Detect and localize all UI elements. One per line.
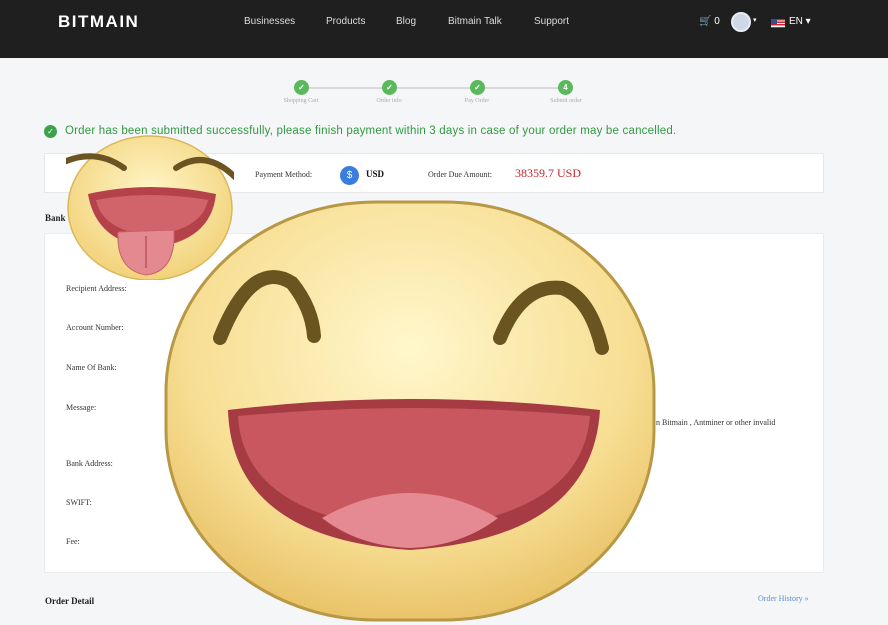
laughing-emoji (164, 200, 656, 622)
step-label: Pay Order (464, 98, 490, 104)
message-note: n Bitmain , Antminer or other invalid (656, 418, 776, 427)
top-nav-bar: BITMAIN Businesses Products Blog Bitmain… (0, 0, 888, 58)
step-label: Order info (376, 98, 402, 104)
step-2-check-icon: ✓ (382, 80, 397, 95)
user-avatar[interactable] (731, 12, 751, 32)
bank-info-heading: Bank (45, 213, 66, 223)
step-1-check-icon: ✓ (294, 80, 309, 95)
step-label: Shopping Cart (283, 98, 319, 104)
account-number-label: Account Number: (66, 323, 124, 332)
cart-button[interactable]: 🛒 0 (699, 16, 720, 27)
dollar-icon: $ (340, 166, 359, 185)
swift-label: SWIFT: (66, 498, 92, 507)
bank-name-label: Name Of Bank: (66, 363, 117, 372)
order-history-link[interactable]: Order History » (758, 594, 809, 603)
order-due-amount: 38359.7 USD (515, 166, 582, 180)
success-check-icon: ✓ (44, 125, 57, 138)
recipient-address-label: Recipient Address: (66, 284, 127, 293)
nav-businesses[interactable]: Businesses (244, 16, 295, 27)
language-selector[interactable]: EN ▾ (789, 16, 811, 27)
payment-currency: USD (366, 169, 385, 179)
bitmain-logo[interactable]: BITMAIN (58, 12, 139, 32)
cart-icon: 🛒 (699, 16, 712, 27)
message-label: Message: (66, 403, 97, 412)
payment-method-label: Payment Method: (255, 170, 313, 179)
step-3-check-icon: ✓ (470, 80, 485, 95)
step-connector (484, 87, 560, 89)
step-connector (308, 87, 384, 89)
step-4-number: 4 (558, 80, 573, 95)
amount-label: Order Due Amount: (428, 170, 492, 179)
nav-blog[interactable]: Blog (396, 16, 416, 27)
step-label: Submit order (550, 98, 582, 104)
step-connector (396, 87, 472, 89)
fee-label: Fee: (66, 537, 80, 546)
order-detail-heading: Order Detail (45, 596, 95, 606)
bank-address-label: Bank Address: (66, 459, 113, 468)
nav-products[interactable]: Products (326, 16, 365, 27)
cart-count: 0 (714, 16, 720, 27)
us-flag-icon[interactable] (771, 19, 785, 28)
chevron-down-icon[interactable]: ▾ (753, 16, 757, 24)
nav-support[interactable]: Support (534, 16, 569, 27)
nav-bitmain-talk[interactable]: Bitmain Talk (448, 16, 502, 27)
